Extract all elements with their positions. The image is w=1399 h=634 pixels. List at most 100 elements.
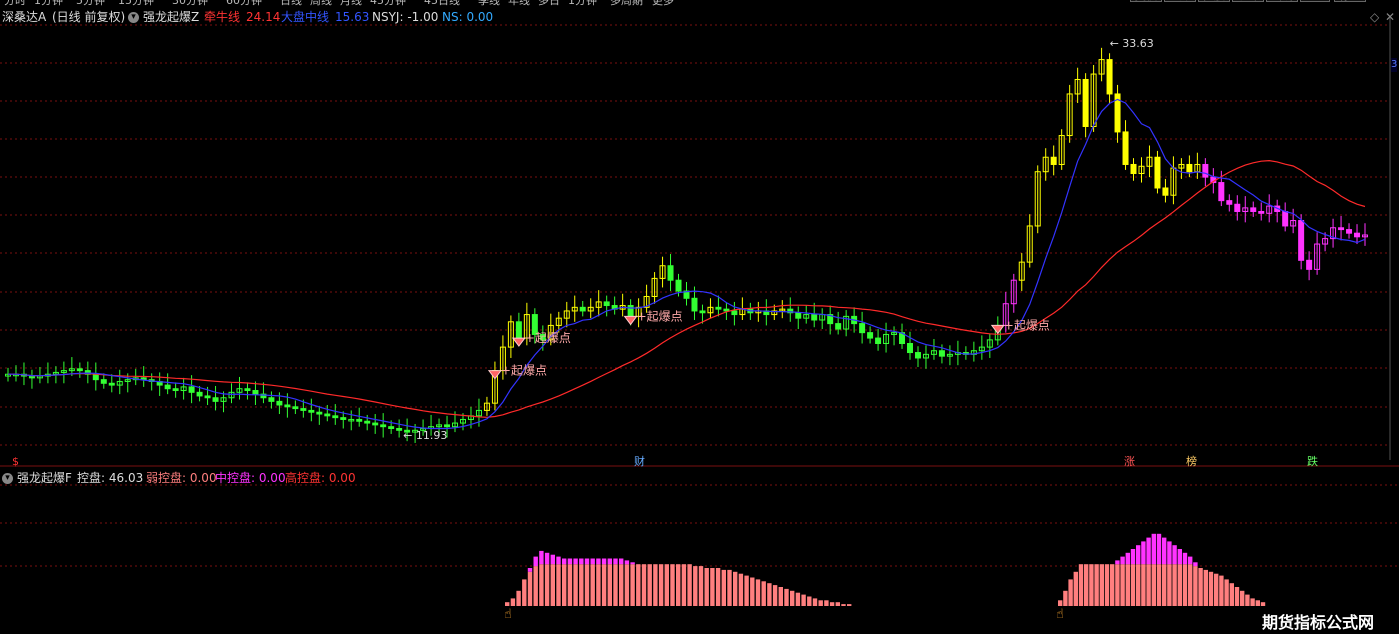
gao-kongpan-bar	[1177, 549, 1182, 565]
candle-body	[364, 420, 371, 424]
kongpan-bar	[818, 600, 823, 606]
gao-kongpan-bar	[630, 562, 635, 565]
gao-kongpan-bar	[527, 568, 533, 572]
candle-body	[316, 411, 323, 415]
period-label[interactable]: (日线 前复权)	[52, 10, 125, 24]
kongpan-value: 控盘: 46.03	[77, 471, 144, 485]
watermark: 期货指标公式网	[1262, 613, 1375, 632]
candle-body	[1346, 229, 1353, 234]
kongpan-bar	[619, 564, 624, 606]
kongpan-bar	[664, 564, 669, 606]
candle-body	[579, 306, 586, 312]
kongpan-bar	[744, 575, 749, 606]
close-icon[interactable]: ✕	[1385, 10, 1395, 24]
gao-kongpan-bar	[1125, 552, 1130, 565]
event-marker: 财	[634, 454, 645, 468]
kongpan-bar	[1250, 598, 1255, 606]
candle-body	[1122, 131, 1129, 165]
kongpan-bar	[1162, 564, 1167, 606]
candle-body	[1298, 220, 1305, 261]
chart-canvas: ← 33.63 ← 11.93 +起爆点 +起爆点 +起爆点 +起爆点 $ 财 涨 榜 跌 ☝ ☝	[0, 18, 1399, 622]
kongpan-bar	[1094, 564, 1099, 606]
kongpan-bar	[1136, 564, 1141, 606]
gao-kongpan-bar	[1182, 552, 1188, 565]
signal-icon	[623, 315, 638, 326]
kongpan-bar	[1099, 564, 1104, 606]
kongpan-bar	[510, 598, 516, 606]
kongpan-bar	[681, 564, 687, 606]
kongpan-bar	[778, 587, 783, 606]
kongpan-bar	[1172, 564, 1177, 606]
candle-body	[914, 352, 921, 359]
sub-indicator-name[interactable]: 强龙起爆F	[17, 471, 72, 485]
candle-body	[308, 409, 315, 413]
stock-name: 深桑达A	[2, 10, 47, 24]
kongpan-bar	[715, 568, 721, 606]
kongpan-bar	[721, 569, 726, 606]
max-price-label: ← 33.63	[1110, 37, 1154, 50]
gao-kongpan-bar	[1115, 560, 1120, 565]
indicator-name[interactable]: 强龙起爆Z	[143, 10, 199, 24]
kongpan-bar	[835, 602, 840, 606]
candle-body	[1258, 210, 1265, 214]
gao-kongpan-bar	[562, 558, 567, 565]
gao-kongpan-bar	[596, 558, 601, 565]
candle-body	[515, 321, 522, 339]
kongpan-bar	[710, 568, 715, 606]
kongpan-bar	[1068, 579, 1073, 606]
candle-body	[1202, 163, 1209, 178]
kongpan-bar	[795, 592, 801, 606]
kongpan-bar	[1084, 564, 1089, 606]
kongpan-bar	[755, 579, 761, 606]
kongpan-bar	[841, 604, 846, 606]
candle-body	[603, 301, 610, 307]
candle-body	[667, 265, 674, 281]
candle-body	[859, 323, 866, 334]
event-marker: $	[12, 455, 19, 468]
candle-body	[204, 395, 211, 399]
diamond-icon[interactable]: ◇	[1370, 10, 1379, 24]
gao-kongpan-bar	[1120, 556, 1125, 565]
dapan-line	[8, 98, 1366, 430]
kongpan-bar	[641, 564, 647, 606]
candle-body	[284, 404, 291, 408]
kongpan-bar	[676, 564, 681, 606]
candle-body	[188, 386, 195, 393]
candle-body	[1250, 207, 1257, 212]
indicator-menu-icon[interactable]: ▾	[128, 10, 142, 24]
kongpan-bar	[1219, 575, 1224, 606]
gao-kongpan-bar	[624, 560, 630, 565]
kongpan-bar	[801, 594, 806, 606]
event-marker: 跌	[1307, 454, 1318, 468]
candle-body	[300, 408, 307, 411]
gao-kongpan-bar	[533, 556, 538, 567]
gao-kongpan-bar	[550, 554, 555, 565]
kongpan-bar	[1240, 590, 1245, 606]
candle-body	[172, 388, 179, 392]
kongpan-bar	[1146, 564, 1151, 606]
kongpan-bar	[1214, 573, 1219, 606]
candle-body	[252, 390, 259, 395]
kongpan-bar	[1125, 564, 1130, 606]
dapan-value: 15.63	[335, 10, 370, 24]
gao-kongpan-bar	[1141, 541, 1146, 565]
candle-body	[28, 375, 35, 379]
sub-indicator-menu-icon[interactable]: ▾	[2, 471, 16, 485]
kongpan-bar	[1188, 564, 1193, 606]
signal-icon	[990, 324, 1005, 335]
candle-body	[340, 417, 347, 420]
gao-kongpan-value: 高控盘: 0.00	[285, 471, 356, 485]
kongpan-bar	[698, 566, 704, 606]
gao-kongpan-bar	[1156, 533, 1162, 565]
candle-body	[627, 305, 634, 317]
kongpan-bar	[516, 590, 521, 606]
kongpan-bar	[533, 566, 538, 606]
gao-kongpan-bar	[1136, 545, 1141, 565]
gao-kongpan-bar	[1130, 549, 1136, 565]
kongpan-bar	[1234, 587, 1240, 606]
candle-body	[675, 279, 682, 292]
event-marker: 涨	[1124, 455, 1135, 468]
kongpan-bar	[1063, 590, 1068, 606]
kongpan-bar	[761, 581, 766, 606]
kongpan-bar	[1224, 579, 1229, 606]
